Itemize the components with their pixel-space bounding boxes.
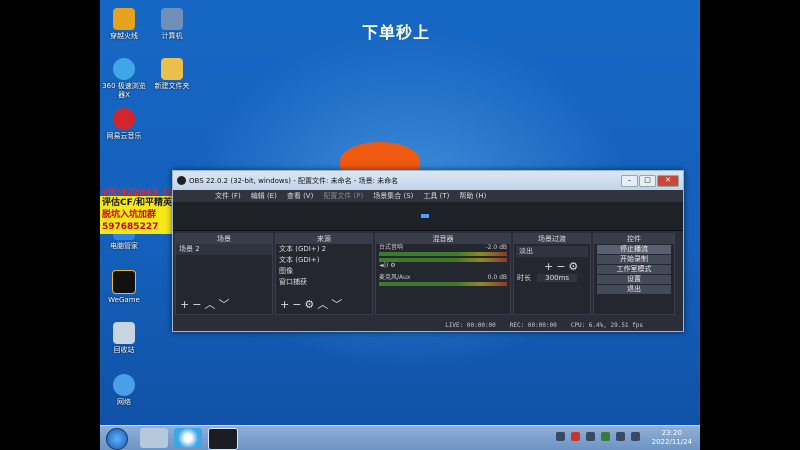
taskbar-app-obs[interactable] xyxy=(208,428,238,450)
desktop-icon-label: 网络 xyxy=(117,398,131,406)
desktop-icon-label: WeGame xyxy=(108,296,140,304)
folder-icon xyxy=(161,58,183,80)
desktop: 下单秒上 穿越火线 计算机 360 极速浏览器X 新建文件夹 网易云音乐 电脑管… xyxy=(100,0,700,450)
duration-input[interactable]: 300ms xyxy=(537,274,578,282)
tray-icon[interactable] xyxy=(556,432,565,441)
scenes-dock-title: 场景 xyxy=(176,234,272,244)
obs-title: OBS 22.0.2 (32-bit, windows) - 配置文件: 未命名… xyxy=(189,176,399,185)
controls-dock: 控件 停止播流 开始录制 工作室模式 设置 退出 xyxy=(593,233,675,315)
desktop-icon-computer[interactable]: 计算机 xyxy=(148,8,196,41)
volume-meter xyxy=(379,282,507,286)
desktop-icon-label: 网易云音乐 xyxy=(106,132,142,140)
desktop-icon-label: 穿越火线 xyxy=(110,32,138,40)
sources-dock-title: 来源 xyxy=(276,234,372,244)
menu-profile[interactable]: 配置文件 (P) xyxy=(323,191,363,201)
transition-duration: 时长 300ms xyxy=(514,273,590,284)
stop-streaming-button[interactable]: 停止播流 xyxy=(597,245,671,254)
source-item[interactable]: 文本 (GDI+) xyxy=(276,255,372,266)
minimize-button[interactable]: – xyxy=(621,174,638,187)
browser-icon xyxy=(113,58,135,80)
source-item[interactable]: 图像 xyxy=(276,266,372,277)
crossfire-icon xyxy=(113,8,135,30)
mixer-dock: 混音器 台式音响 -2.0 dB ◄)) ⚙ 麦克风/Aux 0.0 dB xyxy=(375,233,511,315)
menu-view[interactable]: 查看 (V) xyxy=(287,191,313,201)
desktop-icon-label: 新建文件夹 xyxy=(154,82,190,90)
desktop-icon-cf[interactable]: 穿越火线 xyxy=(100,8,148,41)
menu-edit[interactable]: 编辑 (E) xyxy=(251,191,277,201)
taskbar-app-browser[interactable] xyxy=(174,428,202,448)
sources-dock: 来源 文本 (GDI+) 2 文本 (GDI+) 图像 窗口捕获 +−⚙︿﹀ xyxy=(275,233,373,315)
mixer-channel-db: -2.0 dB xyxy=(485,244,507,251)
obs-logo-icon xyxy=(177,176,186,185)
desktop-icon-recycle[interactable]: 回收站 xyxy=(100,322,148,355)
clock-time: 23:20 xyxy=(661,429,682,437)
desktop-icon-label: 电脑管家 xyxy=(110,242,138,250)
menu-file[interactable]: 文件 (F) xyxy=(215,191,241,201)
taskbar-app-cf[interactable] xyxy=(140,428,168,448)
exit-button[interactable]: 退出 xyxy=(597,285,671,294)
source-item[interactable]: 文本 (GDI+) 2 xyxy=(276,244,372,255)
sources-toolbar[interactable]: +−⚙︿﹀ xyxy=(280,296,345,312)
obs-menubar: 文件 (F) 编辑 (E) 查看 (V) 配置文件 (P) 场景集合 (S) 工… xyxy=(173,190,683,202)
start-recording-button[interactable]: 开始录制 xyxy=(597,255,671,264)
desktop-headline: 下单秒上 xyxy=(362,23,431,42)
scenes-toolbar[interactable]: +−︿﹀ xyxy=(180,296,232,312)
desktop-icon-wegame[interactable]: WeGame xyxy=(100,270,148,305)
mixer-channel-db: 0.0 dB xyxy=(487,274,507,281)
computer-icon xyxy=(161,8,183,30)
scenes-dock: 场景 场景 2 +−︿﹀ xyxy=(175,233,273,315)
mixer-channel-name: 麦克风/Aux xyxy=(379,274,411,281)
cpu-fps: CPU: 6.4%, 29.51 fps xyxy=(570,321,643,329)
mixer-controls[interactable]: ◄)) ⚙ xyxy=(376,262,510,270)
tray-icon[interactable] xyxy=(601,432,610,441)
system-tray xyxy=(556,432,640,441)
volume-meter xyxy=(379,252,507,256)
maximize-button[interactable]: □ xyxy=(639,174,656,187)
mixer-channel: 麦克风/Aux 0.0 dB xyxy=(376,274,510,282)
tray-icon[interactable] xyxy=(586,432,595,441)
menu-scene-collection[interactable]: 场景集合 (S) xyxy=(373,191,413,201)
system-clock[interactable]: 23:20 2022/11/24 xyxy=(652,429,692,447)
desktop-icon-label: 计算机 xyxy=(161,32,183,40)
network-icon xyxy=(113,374,135,396)
mixer-channel-name: 台式音响 xyxy=(379,244,404,251)
obs-titlebar[interactable]: OBS 22.0.2 (32-bit, windows) - 配置文件: 未命名… xyxy=(173,171,683,190)
desktop-icon-folder[interactable]: 新建文件夹 xyxy=(148,58,196,91)
obs-statusbar: LIVE: 00:00:00 REC: 00:00:00 CPU: 6.4%, … xyxy=(173,319,683,331)
menu-tools[interactable]: 工具 (T) xyxy=(423,191,449,201)
source-item[interactable]: 窗口捕获 xyxy=(276,277,372,288)
rec-timer: REC: 00:00:00 xyxy=(509,321,557,329)
music-icon xyxy=(113,108,135,130)
mixer-channel: 台式音响 -2.0 dB xyxy=(376,244,510,252)
transitions-dock-title: 场景过渡 xyxy=(514,234,590,244)
tray-icon[interactable] xyxy=(616,432,625,441)
close-button[interactable]: ✕ xyxy=(657,174,679,187)
settings-button[interactable]: 设置 xyxy=(597,275,671,284)
obs-window: OBS 22.0.2 (32-bit, windows) - 配置文件: 未命名… xyxy=(172,170,684,332)
live-timer: LIVE: 00:00:00 xyxy=(445,321,496,329)
taskbar: 23:20 2022/11/24 xyxy=(100,425,700,450)
desktop-icon-label: 回收站 xyxy=(113,346,135,354)
start-button[interactable] xyxy=(106,428,128,450)
volume-icon[interactable] xyxy=(631,432,640,441)
duration-label: 时长 xyxy=(517,274,531,282)
wegame-icon xyxy=(112,270,136,294)
transition-select[interactable]: 淡出 xyxy=(516,246,588,257)
transition-toolbar[interactable]: +−⚙ xyxy=(544,260,590,273)
obs-preview[interactable] xyxy=(173,202,683,231)
transitions-dock: 场景过渡 淡出 +−⚙ 时长 300ms xyxy=(513,233,591,315)
desktop-icon-music[interactable]: 网易云音乐 xyxy=(100,108,148,141)
preview-indicator xyxy=(421,214,429,218)
desktop-icon-360[interactable]: 360 极速浏览器X xyxy=(100,58,148,100)
menu-help[interactable]: 帮助 (H) xyxy=(459,191,486,201)
desktop-icon-label: 360 极速浏览器X xyxy=(102,82,146,99)
scene-item[interactable]: 场景 2 xyxy=(176,244,272,255)
tray-icon[interactable] xyxy=(571,432,580,441)
mixer-dock-title: 混音器 xyxy=(376,234,510,244)
studio-mode-button[interactable]: 工作室模式 xyxy=(597,265,671,274)
clock-date: 2022/11/24 xyxy=(651,438,692,446)
desktop-icon-network[interactable]: 网络 xyxy=(100,374,148,407)
controls-dock-title: 控件 xyxy=(594,234,674,244)
recycle-bin-icon xyxy=(113,322,135,344)
